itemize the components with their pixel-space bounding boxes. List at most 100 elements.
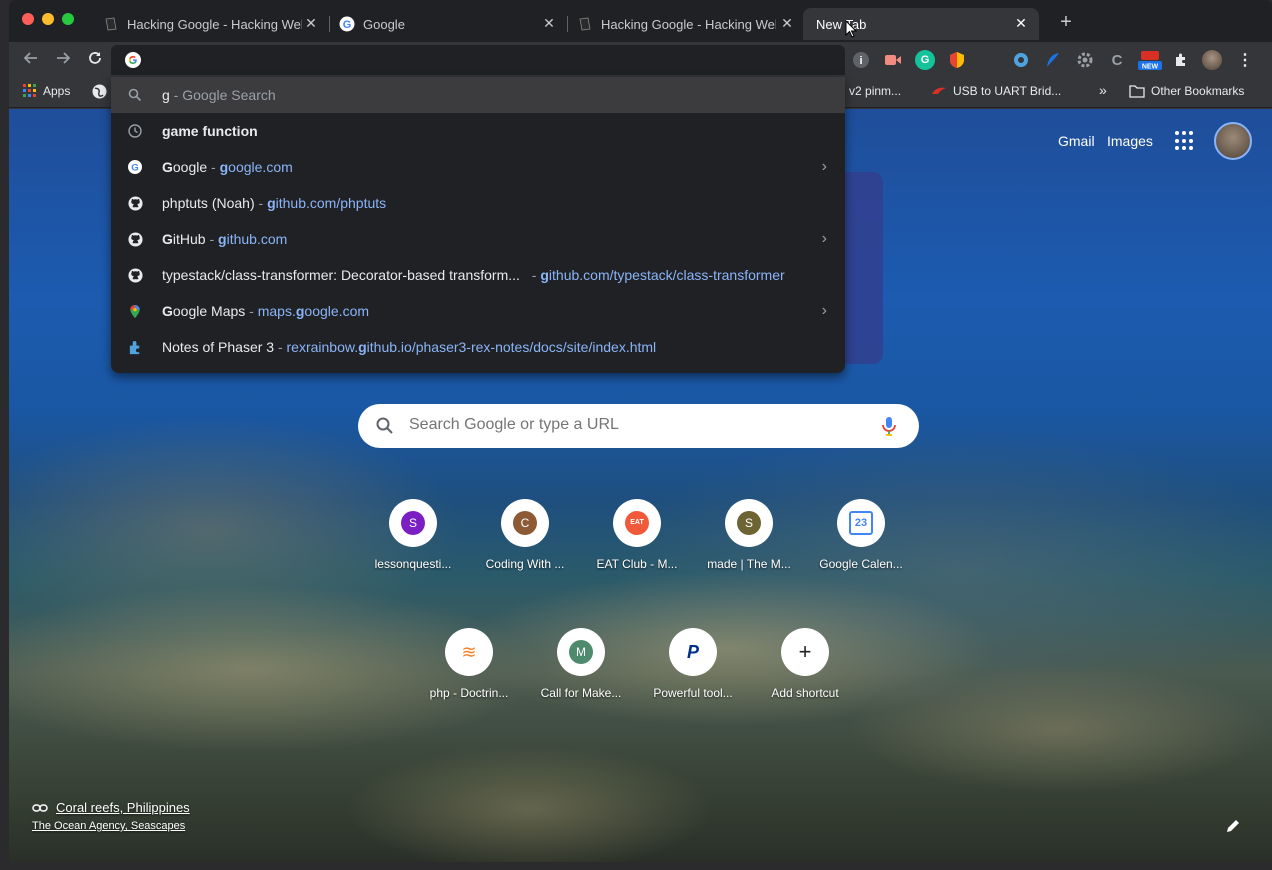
bookmarks-overflow-button[interactable]: »: [1099, 82, 1107, 98]
bookmark-label: USB to UART Brid...: [953, 84, 1062, 98]
chevron-right-icon[interactable]: ›: [822, 230, 827, 248]
more-menu-icon[interactable]: ⋮: [1235, 50, 1255, 70]
shortcut-tile[interactable]: EAT EAT Club - M...: [581, 499, 693, 571]
window-maximize-button[interactable]: [62, 13, 74, 25]
images-link[interactable]: Images: [1107, 133, 1153, 149]
shortcut-tile[interactable]: S lessonquesti...: [357, 499, 469, 571]
extension-video-icon[interactable]: [883, 50, 903, 70]
puzzle-icon[interactable]: [1171, 50, 1191, 70]
close-tab-icon[interactable]: ✕: [303, 15, 319, 31]
suggestion-history[interactable]: game function: [111, 113, 845, 149]
close-tab-icon[interactable]: ✕: [541, 15, 557, 31]
shortcut-tile[interactable]: S made | The M...: [693, 499, 805, 571]
omnibox[interactable]: [111, 45, 845, 75]
new-tab-button[interactable]: +: [1056, 12, 1076, 32]
shortcut-tile[interactable]: 23 Google Calen...: [805, 499, 917, 571]
microphone-icon[interactable]: [881, 416, 897, 441]
forward-button[interactable]: [51, 48, 75, 72]
window-minimize-button[interactable]: [42, 13, 54, 25]
shortcut-tile[interactable]: ≋ php - Doctrin...: [413, 628, 525, 700]
stack-overflow-icon: ≋: [445, 628, 493, 676]
ntp-search-box[interactable]: [358, 404, 919, 448]
forward-arrow-icon: [57, 52, 71, 64]
add-shortcut-button[interactable]: + Add shortcut: [749, 628, 861, 700]
extension-feather-icon[interactable]: [1043, 50, 1063, 70]
reload-icon: [89, 52, 101, 64]
apps-grid-icon: [23, 84, 37, 98]
tab-hacking-google-1[interactable]: Hacking Google - Hacking Web ✕: [97, 8, 329, 40]
document-icon: [103, 16, 119, 32]
omnibox-input[interactable]: [149, 50, 829, 70]
ntp-search-input[interactable]: [409, 416, 859, 434]
mouse-cursor: [845, 19, 858, 43]
shortcut-tile[interactable]: C Coding With ...: [469, 499, 581, 571]
shortcut-label: Coding With ...: [485, 557, 565, 571]
close-tab-icon[interactable]: ✕: [1013, 15, 1029, 31]
suggestion-google-maps[interactable]: Google Maps - maps.google.com ›: [111, 293, 845, 329]
background-attribution-title[interactable]: Coral reefs, Philippines: [32, 800, 190, 815]
close-tab-icon[interactable]: ✕: [779, 15, 795, 31]
back-button[interactable]: [19, 48, 43, 72]
shortcut-label: made | The M...: [707, 557, 791, 571]
google-g-icon: G: [339, 16, 355, 32]
tab-strip: Hacking Google - Hacking Web ✕ G Google …: [9, 0, 1272, 42]
suggestion-github[interactable]: GitHub - github.com ›: [111, 221, 845, 257]
grammarly-icon[interactable]: G: [915, 50, 935, 70]
browser-window: Hacking Google - Hacking Web ✕ G Google …: [9, 0, 1272, 862]
shortcut-icon: S: [725, 499, 773, 547]
suggestion-github-phptuts[interactable]: phptuts (Noah) - github.com/phptuts: [111, 185, 845, 221]
suggestion-phaser-notes[interactable]: Notes of Phaser 3 - rexrainbow.github.io…: [111, 329, 845, 365]
shortcut-tile[interactable]: M Call for Make...: [525, 628, 637, 700]
tab-hacking-google-2[interactable]: Hacking Google - Hacking Web ✕: [573, 8, 805, 40]
gmail-link[interactable]: Gmail: [1058, 133, 1095, 149]
bookmark-apps[interactable]: Apps: [23, 84, 70, 98]
extension-shield-icon[interactable]: [947, 50, 967, 70]
bookmark-label: u v2 pinm...: [839, 84, 902, 98]
tab-title: New Tab: [816, 16, 867, 32]
extension-new-badge-icon[interactable]: NEW: [1137, 50, 1163, 71]
chevron-right-icon[interactable]: ›: [822, 158, 827, 176]
svg-text:NEW: NEW: [1142, 64, 1159, 71]
suggestion-text: game function: [162, 123, 258, 139]
tab-title: Google: [363, 16, 405, 32]
shortcut-tile[interactable]: P Powerful tool...: [637, 628, 749, 700]
chevron-right-icon[interactable]: ›: [822, 302, 827, 320]
tab-title: Hacking Google - Hacking Web: [601, 16, 776, 32]
google-apps-icon[interactable]: [1175, 131, 1195, 151]
svg-text:G: G: [343, 19, 352, 31]
search-icon: [127, 87, 143, 103]
extension-gear-blue-icon[interactable]: [1011, 50, 1031, 70]
profile-avatar[interactable]: [1202, 50, 1222, 70]
avatar[interactable]: [1214, 122, 1252, 160]
toolbar: i G C NEW ⋮: [9, 42, 1272, 78]
bookmark-usb-uart[interactable]: USB to UART Brid...: [931, 84, 1061, 98]
tab-title: Hacking Google - Hacking Web: [127, 16, 302, 32]
extension-info-icon[interactable]: i: [851, 50, 871, 70]
shortcut-label: Call for Make...: [540, 686, 622, 700]
suggestion-class-transformer[interactable]: typestack/class-transformer: Decorator-b…: [111, 257, 845, 293]
attribution-title: Coral reefs, Philippines: [56, 800, 190, 815]
puzzle-icon: [127, 339, 143, 355]
google-g-icon: [125, 52, 141, 68]
bookmark-pinmux[interactable]: u v2 pinm...: [839, 84, 901, 98]
reload-button[interactable]: [83, 48, 107, 72]
suggestion-google[interactable]: G Google - google.com ›: [111, 149, 845, 185]
customize-pencil-icon[interactable]: [1225, 818, 1245, 838]
tab-google[interactable]: G Google ✕: [335, 8, 567, 40]
suggestion-search[interactable]: g - Google Search: [111, 77, 845, 113]
bookmark-globe[interactable]: [92, 84, 113, 99]
shortcut-label: Google Calen...: [819, 557, 903, 571]
plus-icon: +: [781, 628, 829, 676]
gear-icon[interactable]: [1075, 50, 1095, 70]
shortcut-label: php - Doctrin...: [429, 686, 509, 700]
window-close-button[interactable]: [22, 13, 34, 25]
svg-text:G: G: [131, 163, 138, 174]
bookmark-other-folder[interactable]: Other Bookmarks: [1129, 84, 1244, 98]
shortcut-icon: EAT: [613, 499, 661, 547]
tab-new-tab[interactable]: New Tab ✕: [803, 8, 1039, 40]
shortcut-icon: S: [389, 499, 437, 547]
github-icon: [127, 267, 143, 283]
history-icon: [127, 123, 143, 139]
background-attribution-credit[interactable]: The Ocean Agency, Seascapes: [32, 820, 185, 832]
extension-c-icon[interactable]: C: [1107, 50, 1127, 70]
